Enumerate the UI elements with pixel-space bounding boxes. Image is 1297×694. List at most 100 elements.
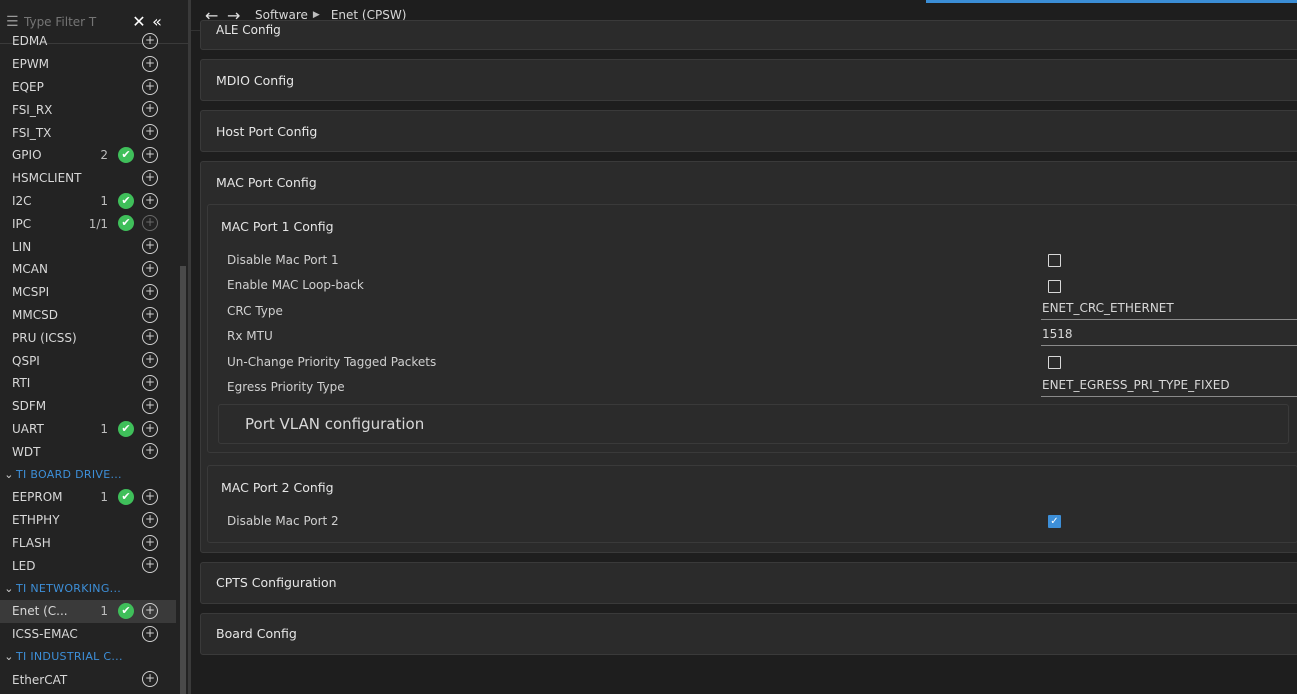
- collapse-sidebar-button[interactable]: «: [148, 12, 166, 31]
- sidebar-item-label: SDFM: [12, 399, 47, 414]
- sidebar-scrollbar[interactable]: [180, 266, 186, 694]
- add-instance-icon[interactable]: +: [142, 374, 158, 391]
- port-vlan-config-panel[interactable]: Port VLAN configuration: [218, 404, 1289, 444]
- unchange-priority-checkbox[interactable]: [1048, 356, 1061, 369]
- subpanel-title[interactable]: MAC Port 2 Config: [208, 466, 1297, 508]
- sidebar-item[interactable]: EQEP +: [0, 76, 176, 99]
- sidebar-item[interactable]: LED +: [0, 554, 176, 577]
- sidebar-item[interactable]: I2C 1 ✔ +: [0, 190, 176, 213]
- sidebar-item[interactable]: MCAN +: [0, 258, 176, 281]
- add-instance-icon[interactable]: +: [142, 192, 158, 209]
- add-instance-icon[interactable]: +: [142, 283, 158, 300]
- add-instance-icon[interactable]: +: [142, 215, 158, 232]
- module-list: EDMA + EPWM + EQEP + FSI_RX + FSI_TX + GPIO 2 ✔ + HSMC…: [0, 30, 176, 691]
- sidebar-item[interactable]: IPC 1/1 ✔ +: [0, 212, 176, 235]
- clear-filter-button[interactable]: ✕: [130, 12, 148, 31]
- add-instance-icon[interactable]: +: [142, 534, 158, 551]
- type-filter-input[interactable]: [22, 14, 130, 29]
- disable-mac-port-1-checkbox[interactable]: [1048, 254, 1061, 267]
- sidebar-item[interactable]: EPWM +: [0, 53, 176, 76]
- enable-loopback-row: Enable MAC Loop-back: [208, 273, 1297, 299]
- ale-config-panel[interactable]: ALE Config: [200, 20, 1297, 50]
- crc-type-select[interactable]: ENET_CRC_ETHERNET: [1041, 301, 1297, 320]
- sidebar-item-label: RTI: [12, 376, 31, 391]
- sidebar-item-label: MCAN: [12, 262, 48, 277]
- add-instance-icon[interactable]: +: [142, 260, 158, 277]
- add-instance-icon[interactable]: +: [142, 671, 158, 688]
- sidebar-item[interactable]: HSMCLIENT +: [0, 167, 176, 190]
- add-instance-icon[interactable]: +: [142, 78, 158, 95]
- sidebar-item-label: EPWM: [12, 57, 50, 72]
- sidebar-item[interactable]: MMCSD +: [0, 304, 176, 327]
- sidebar-item[interactable]: RTI +: [0, 372, 176, 395]
- add-instance-icon[interactable]: +: [142, 420, 158, 437]
- sidebar-item[interactable]: FSI_TX +: [0, 121, 176, 144]
- egress-priority-row: Egress Priority Type ENET_EGRESS_PRI_TYP…: [208, 375, 1297, 401]
- panel-title[interactable]: MAC Port Config: [201, 162, 1297, 202]
- egress-priority-select[interactable]: ENET_EGRESS_PRI_TYPE_FIXED: [1041, 378, 1297, 397]
- sidebar-item[interactable]: PRU (ICSS) +: [0, 326, 176, 349]
- sidebar-item[interactable]: MCSPI +: [0, 281, 176, 304]
- panel-title: MDIO Config: [216, 72, 295, 88]
- status-ok-icon: ✔: [118, 420, 134, 437]
- sidebar-group-header[interactable]: ⌄ TI BOARD DRIVE...: [0, 463, 176, 486]
- sidebar-item[interactable]: EtherCAT +: [0, 668, 176, 691]
- disable-mac-port-1-row: Disable Mac Port 1: [208, 247, 1297, 273]
- subpanel-title[interactable]: MAC Port 1 Config: [208, 205, 1297, 247]
- sidebar-item-label: IPC: [12, 216, 32, 231]
- rx-mtu-input[interactable]: 1518: [1041, 327, 1297, 346]
- mdio-config-panel[interactable]: MDIO Config: [200, 59, 1297, 101]
- instance-count: 2: [100, 148, 108, 163]
- add-instance-icon[interactable]: +: [142, 625, 158, 642]
- cpts-configuration-panel[interactable]: CPTS Configuration: [200, 561, 1297, 604]
- sidebar-item-label: EEPROM: [12, 490, 63, 505]
- panel-title: ALE Config: [216, 23, 281, 37]
- sidebar-item[interactable]: FSI_RX +: [0, 98, 176, 121]
- add-instance-icon[interactable]: +: [142, 443, 158, 460]
- sidebar-item[interactable]: QSPI +: [0, 349, 176, 372]
- sidebar-item-label: MMCSD: [12, 307, 58, 322]
- add-instance-icon[interactable]: +: [142, 169, 158, 186]
- sidebar-item[interactable]: FLASH +: [0, 532, 176, 555]
- status-ok-icon: ✔: [118, 146, 134, 163]
- mac-port-1-config: MAC Port 1 Config Disable Mac Port 1 Ena…: [207, 204, 1297, 453]
- field-label: Un-Change Priority Tagged Packets: [227, 354, 437, 369]
- board-config-panel[interactable]: Board Config: [200, 612, 1297, 655]
- sidebar-item[interactable]: ETHPHY +: [0, 509, 176, 532]
- add-instance-icon[interactable]: +: [142, 557, 158, 574]
- sidebar-item-label: FSI_TX: [12, 125, 52, 140]
- sidebar-item[interactable]: EEPROM 1 ✔ +: [0, 486, 176, 509]
- add-instance-icon[interactable]: +: [142, 101, 158, 118]
- add-instance-icon[interactable]: +: [142, 238, 158, 255]
- sidebar-item-label: LIN: [12, 239, 32, 254]
- add-instance-icon[interactable]: +: [142, 352, 158, 369]
- disable-mac-port-2-checkbox[interactable]: ✓: [1048, 515, 1061, 528]
- add-instance-icon[interactable]: +: [142, 397, 158, 414]
- sidebar-item[interactable]: UART 1 ✔ +: [0, 418, 176, 441]
- add-instance-icon[interactable]: +: [142, 511, 158, 528]
- add-instance-icon[interactable]: +: [142, 306, 158, 323]
- add-instance-icon[interactable]: +: [142, 488, 158, 505]
- add-instance-icon[interactable]: +: [142, 146, 158, 163]
- panel-title: Host Port Config: [216, 123, 318, 139]
- sidebar-item-label: EDMA: [12, 34, 48, 49]
- sidebar-item-label: Enet (C...: [12, 604, 68, 619]
- add-instance-icon[interactable]: +: [142, 602, 158, 619]
- enable-loopback-checkbox[interactable]: [1048, 279, 1061, 293]
- sidebar-item[interactable]: SDFM +: [0, 395, 176, 418]
- sidebar-item[interactable]: Enet (C... 1 ✔ +: [0, 599, 176, 623]
- sidebar-item[interactable]: WDT +: [0, 440, 176, 463]
- instance-count: 1: [100, 490, 108, 505]
- sidebar-group-header[interactable]: ⌄ TI INDUSTRIAL C...: [0, 646, 176, 669]
- status-ok-icon: ✔: [118, 488, 134, 505]
- add-instance-icon[interactable]: +: [142, 55, 158, 72]
- add-instance-icon[interactable]: +: [142, 124, 158, 141]
- add-instance-icon[interactable]: +: [142, 329, 158, 346]
- sidebar-group-header[interactable]: ⌄ TI NETWORKING...: [0, 577, 176, 600]
- sidebar-item[interactable]: EDMA +: [0, 30, 176, 53]
- sidebar-item[interactable]: ICSS-EMAC +: [0, 623, 176, 646]
- host-port-config-panel[interactable]: Host Port Config: [200, 110, 1297, 152]
- sidebar-item[interactable]: LIN +: [0, 235, 176, 258]
- sidebar-item[interactable]: GPIO 2 ✔ +: [0, 144, 176, 167]
- add-instance-icon[interactable]: +: [142, 33, 158, 49]
